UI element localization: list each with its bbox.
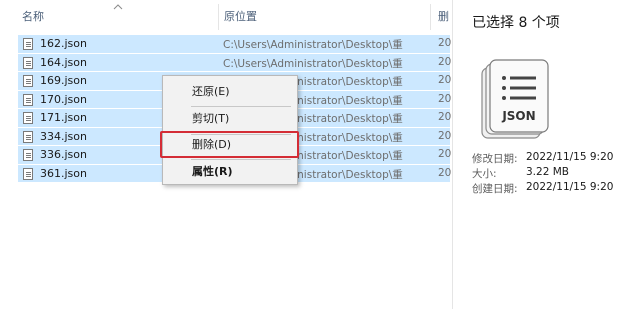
file-date-deleted: 20	[438, 55, 452, 68]
file-row[interactable]: 164.json C:\Users\Administrator\Desktop\…	[18, 53, 452, 72]
document-icon	[23, 75, 33, 87]
file-name: 162.json	[40, 37, 87, 50]
file-name: 336.json	[40, 148, 87, 161]
file-name: 171.json	[40, 111, 87, 124]
document-icon	[23, 112, 33, 124]
size-label: 大小:	[472, 168, 497, 180]
file-location: C:\Users\Administrator\Desktop\重	[223, 57, 403, 70]
file-date-deleted: 20	[438, 148, 452, 160]
context-menu: 还原(E) 剪切(T) 删除(D) 属性(R)	[162, 75, 298, 185]
document-icon	[23, 93, 33, 106]
delete-highlight-box	[160, 131, 299, 158]
file-date-deleted: 20	[438, 129, 452, 142]
file-name: 164.json	[40, 55, 87, 69]
details-pane: 已选择 8 个项 JSON 修改日期: 2022/11/15 9:20 大小: …	[454, 0, 620, 309]
file-name: 334.json	[40, 129, 87, 143]
menu-separator	[191, 106, 291, 107]
file-date-deleted: 20	[438, 37, 452, 49]
created-label: 创建日期:	[472, 183, 518, 195]
column-divider[interactable]	[218, 4, 219, 30]
selection-count: 已选择 8 个项	[472, 15, 560, 31]
modified-value: 2022/11/15 9:20	[526, 151, 614, 163]
thumbnail-label: JSON	[501, 109, 535, 123]
file-location: C:\Users\Administrator\Desktop\重	[223, 39, 403, 51]
modified-label: 修改日期:	[472, 153, 518, 165]
menu-item-restore[interactable]: 还原(E)	[163, 81, 297, 103]
file-date-deleted: 20	[438, 166, 452, 179]
document-icon	[23, 38, 33, 50]
column-header-date-deleted[interactable]: 删	[434, 0, 449, 32]
document-icon	[23, 130, 33, 143]
sort-ascending-icon	[113, 4, 123, 10]
file-date-deleted: 20	[438, 111, 452, 123]
document-icon	[23, 167, 33, 180]
menu-item-properties[interactable]: 属性(R)	[163, 161, 297, 183]
file-name: 169.json	[40, 74, 87, 87]
column-header-location[interactable]: 原位置	[220, 0, 257, 32]
menu-separator	[191, 159, 291, 160]
column-header-bar: 名称 原位置 删	[0, 0, 453, 32]
file-name: 361.json	[40, 166, 87, 180]
column-divider[interactable]	[430, 4, 431, 30]
menu-item-cut[interactable]: 剪切(T)	[163, 108, 297, 130]
size-value: 3.22 MB	[526, 166, 569, 178]
file-name: 170.json	[40, 92, 87, 106]
json-stack-icon: JSON	[481, 59, 549, 139]
created-value: 2022/11/15 9:20	[526, 181, 614, 193]
document-icon	[23, 56, 33, 69]
file-date-deleted: 20	[438, 74, 452, 86]
column-header-name[interactable]: 名称	[18, 0, 44, 32]
file-row[interactable]: 162.json C:\Users\Administrator\Desktop\…	[18, 35, 452, 54]
document-icon	[23, 149, 33, 161]
file-date-deleted: 20	[438, 92, 452, 105]
